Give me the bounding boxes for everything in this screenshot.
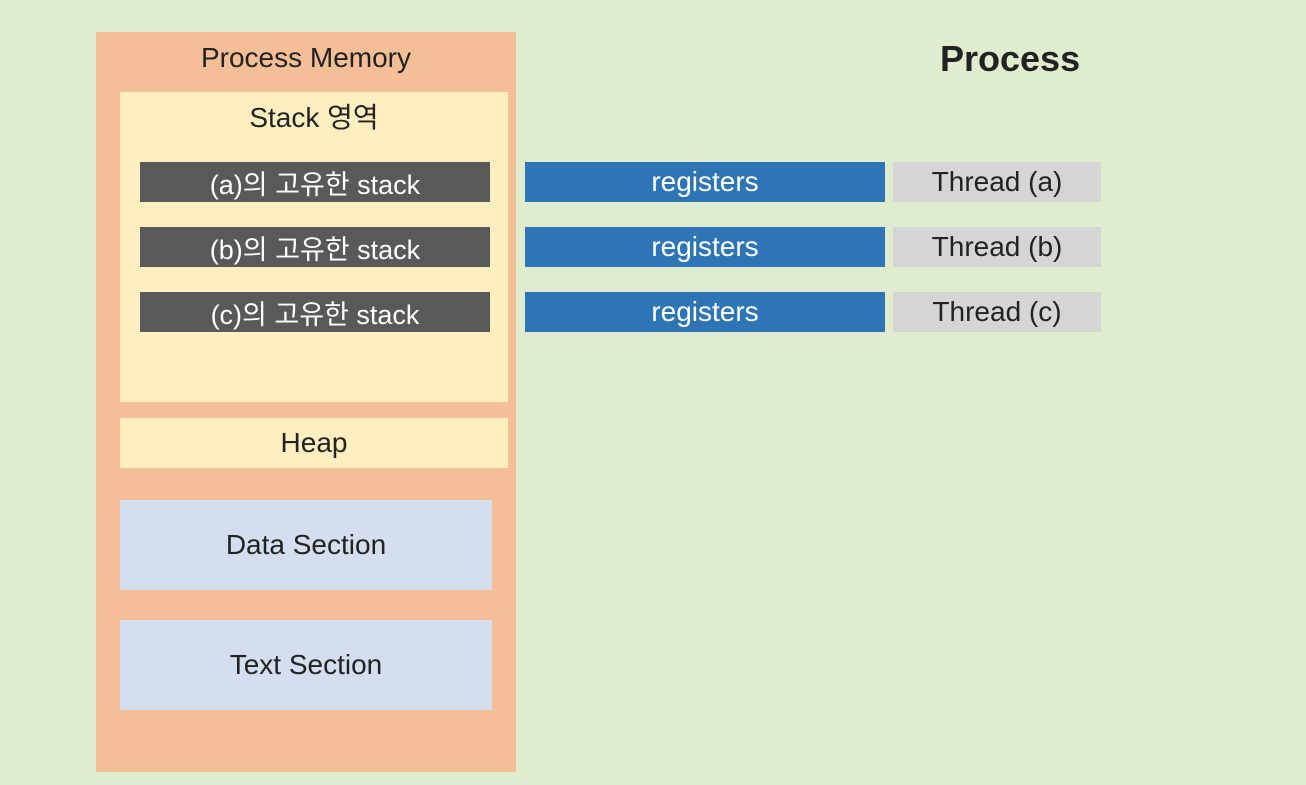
stack-row-a: (a)의 고유한 stack xyxy=(140,162,490,202)
thread-c: Thread (c) xyxy=(893,292,1101,332)
registers-c-label: registers xyxy=(651,296,758,328)
registers-b: registers xyxy=(525,227,885,267)
heap-box: Heap xyxy=(120,418,508,468)
registers-a-label: registers xyxy=(651,166,758,198)
process-memory-title: Process Memory xyxy=(201,32,411,80)
thread-c-label: Thread (c) xyxy=(932,296,1061,328)
registers-b-label: registers xyxy=(651,231,758,263)
data-section-label: Data Section xyxy=(226,529,386,561)
stack-row-b-label: (b)의 고유한 stack xyxy=(210,228,420,267)
stack-area-title: Stack 영역 xyxy=(249,92,378,144)
stack-row-c: (c)의 고유한 stack xyxy=(140,292,490,332)
registers-a: registers xyxy=(525,162,885,202)
thread-a-label: Thread (a) xyxy=(932,166,1063,198)
diagram-canvas: Process Process Memory Stack 영역 (a)의 고유한… xyxy=(0,0,1306,785)
registers-c: registers xyxy=(525,292,885,332)
data-section-box: Data Section xyxy=(120,500,492,590)
stack-row-c-label: (c)의 고유한 stack xyxy=(211,293,420,332)
stack-row-b: (b)의 고유한 stack xyxy=(140,227,490,267)
stack-row-a-label: (a)의 고유한 stack xyxy=(210,163,420,202)
thread-b-label: Thread (b) xyxy=(932,231,1063,263)
text-section-box: Text Section xyxy=(120,620,492,710)
text-section-label: Text Section xyxy=(230,649,383,681)
thread-b: Thread (b) xyxy=(893,227,1101,267)
heap-label: Heap xyxy=(281,427,348,459)
thread-a: Thread (a) xyxy=(893,162,1101,202)
process-title: Process xyxy=(940,38,1080,80)
